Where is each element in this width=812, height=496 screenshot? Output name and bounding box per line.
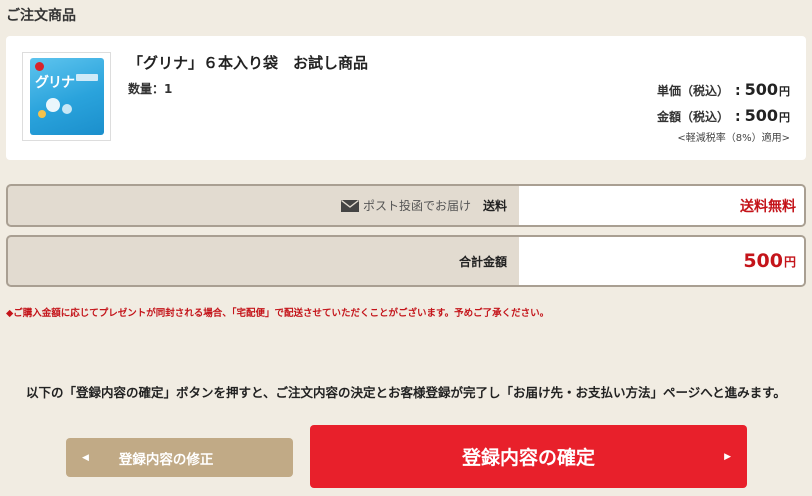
package-decoration	[62, 104, 72, 114]
unit-price-row: 単価（税込） : 500 円	[657, 80, 790, 99]
package-brand-text: グリナ	[35, 75, 75, 91]
confirm-registration-button[interactable]: 登録内容の確定 ▶	[310, 425, 747, 488]
item-total-value: 500	[744, 106, 778, 125]
unit-price-value: 500	[744, 80, 778, 99]
right-triangle-icon: ▶	[724, 451, 731, 462]
grand-total-label: 合計金額	[458, 254, 507, 269]
shipping-value-cell: 送料無料	[519, 186, 804, 225]
confirm-guide-text: 以下の「登録内容の確定」ボタンを押すと、ご注文内容の決定とお客様登録が完了し「お…	[26, 385, 786, 400]
shipping-fee-row: ポスト投函でお届け 送料 送料無料	[6, 184, 806, 227]
grand-total-row: 合計金額 500 円	[6, 235, 806, 287]
package-subtext-shape	[76, 74, 98, 81]
product-package-image: グリナ	[30, 58, 104, 135]
product-name: 「グリナ」６本入り袋 お試し商品	[128, 54, 369, 72]
gift-shipping-notice: ◆ご購入金額に応じてプレゼントが同封される場合、「宅配便」で配送させていただくこ…	[6, 308, 550, 319]
separator-colon: :	[734, 109, 741, 125]
tax-note: <軽減税率（8%）適用>	[677, 133, 790, 144]
unit-price-label: 単価（税込）	[656, 84, 729, 98]
section-title: ご注文商品	[6, 8, 76, 24]
currency-unit: 円	[779, 85, 790, 98]
left-triangle-icon: ◀	[82, 452, 89, 463]
edit-registration-label: 登録内容の修正	[118, 451, 214, 468]
currency-unit: 円	[779, 111, 790, 124]
item-total-row: 金額（税込） : 500 円	[657, 106, 790, 125]
currency-unit: 円	[783, 254, 796, 269]
package-decoration	[38, 110, 46, 118]
grand-total-label-cell: 合計金額	[8, 237, 519, 285]
package-decoration	[46, 98, 60, 112]
envelope-icon	[340, 199, 359, 212]
shipping-value: 送料無料	[740, 198, 796, 215]
separator-colon: :	[734, 83, 741, 99]
brand-logo-icon	[35, 62, 44, 71]
item-total-label: 金額（税込）	[656, 110, 729, 124]
shipping-label-cell: ポスト投函でお届け 送料	[8, 186, 519, 225]
edit-registration-button[interactable]: ◀ 登録内容の修正	[66, 438, 293, 477]
grand-total-value-cell: 500 円	[519, 237, 804, 285]
confirm-registration-label: 登録内容の確定	[461, 447, 595, 469]
grand-total-value: 500	[743, 250, 783, 272]
shipping-label: 送料	[482, 199, 507, 213]
order-item-card: グリナ 「グリナ」６本入り袋 お試し商品 数量：1 単価（税込） : 500 円…	[6, 36, 806, 160]
product-thumbnail: グリナ	[22, 52, 111, 141]
quantity-text: 数量：1	[128, 82, 173, 96]
shipping-method: ポスト投函でお届け	[362, 199, 471, 213]
